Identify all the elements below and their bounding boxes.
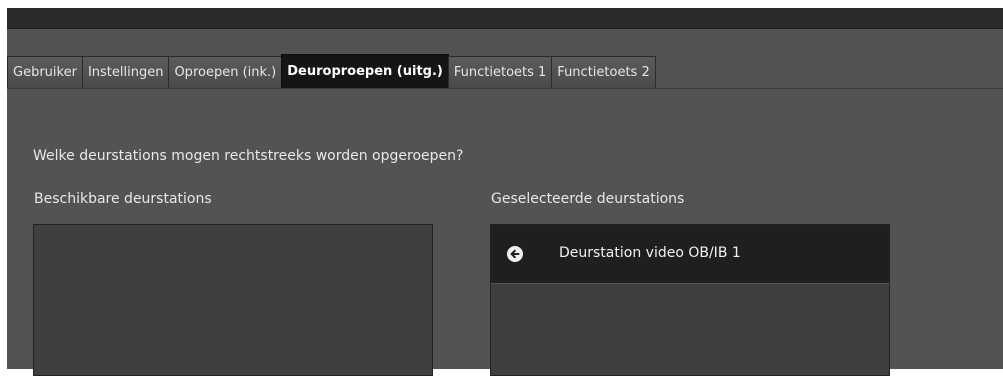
tab-divider xyxy=(7,88,1003,89)
top-bar xyxy=(7,8,1003,29)
selected-door-stations-list[interactable]: Deurstation video OB/IB 1 xyxy=(490,224,890,376)
app-frame: Gebruiker Instellingen Oproepen (ink.) D… xyxy=(7,8,1003,376)
available-door-stations-list[interactable] xyxy=(33,224,433,376)
selected-list-label: Geselecteerde deurstations xyxy=(491,191,685,207)
arrow-left-circle-icon[interactable] xyxy=(506,245,524,263)
tab-functietoets-2[interactable]: Functietoets 2 xyxy=(551,56,656,88)
tab-instellingen[interactable]: Instellingen xyxy=(81,56,170,88)
tab-oproepen-ink[interactable]: Oproepen (ink.) xyxy=(168,56,283,88)
tab-functietoets-1[interactable]: Functietoets 1 xyxy=(447,56,553,88)
selected-door-station-label: Deurstation video OB/IB 1 xyxy=(559,245,741,261)
question-text: Welke deurstations mogen rechtstreeks wo… xyxy=(33,148,464,164)
available-list-label: Beschikbare deurstations xyxy=(34,191,212,207)
selected-door-station-item[interactable]: Deurstation video OB/IB 1 xyxy=(491,225,889,284)
tab-gebruiker[interactable]: Gebruiker xyxy=(7,56,83,88)
tab-deuroproepen-uitg[interactable]: Deuroproepen (uitg.) xyxy=(281,54,449,88)
tab-bar: Gebruiker Instellingen Oproepen (ink.) D… xyxy=(7,54,656,88)
